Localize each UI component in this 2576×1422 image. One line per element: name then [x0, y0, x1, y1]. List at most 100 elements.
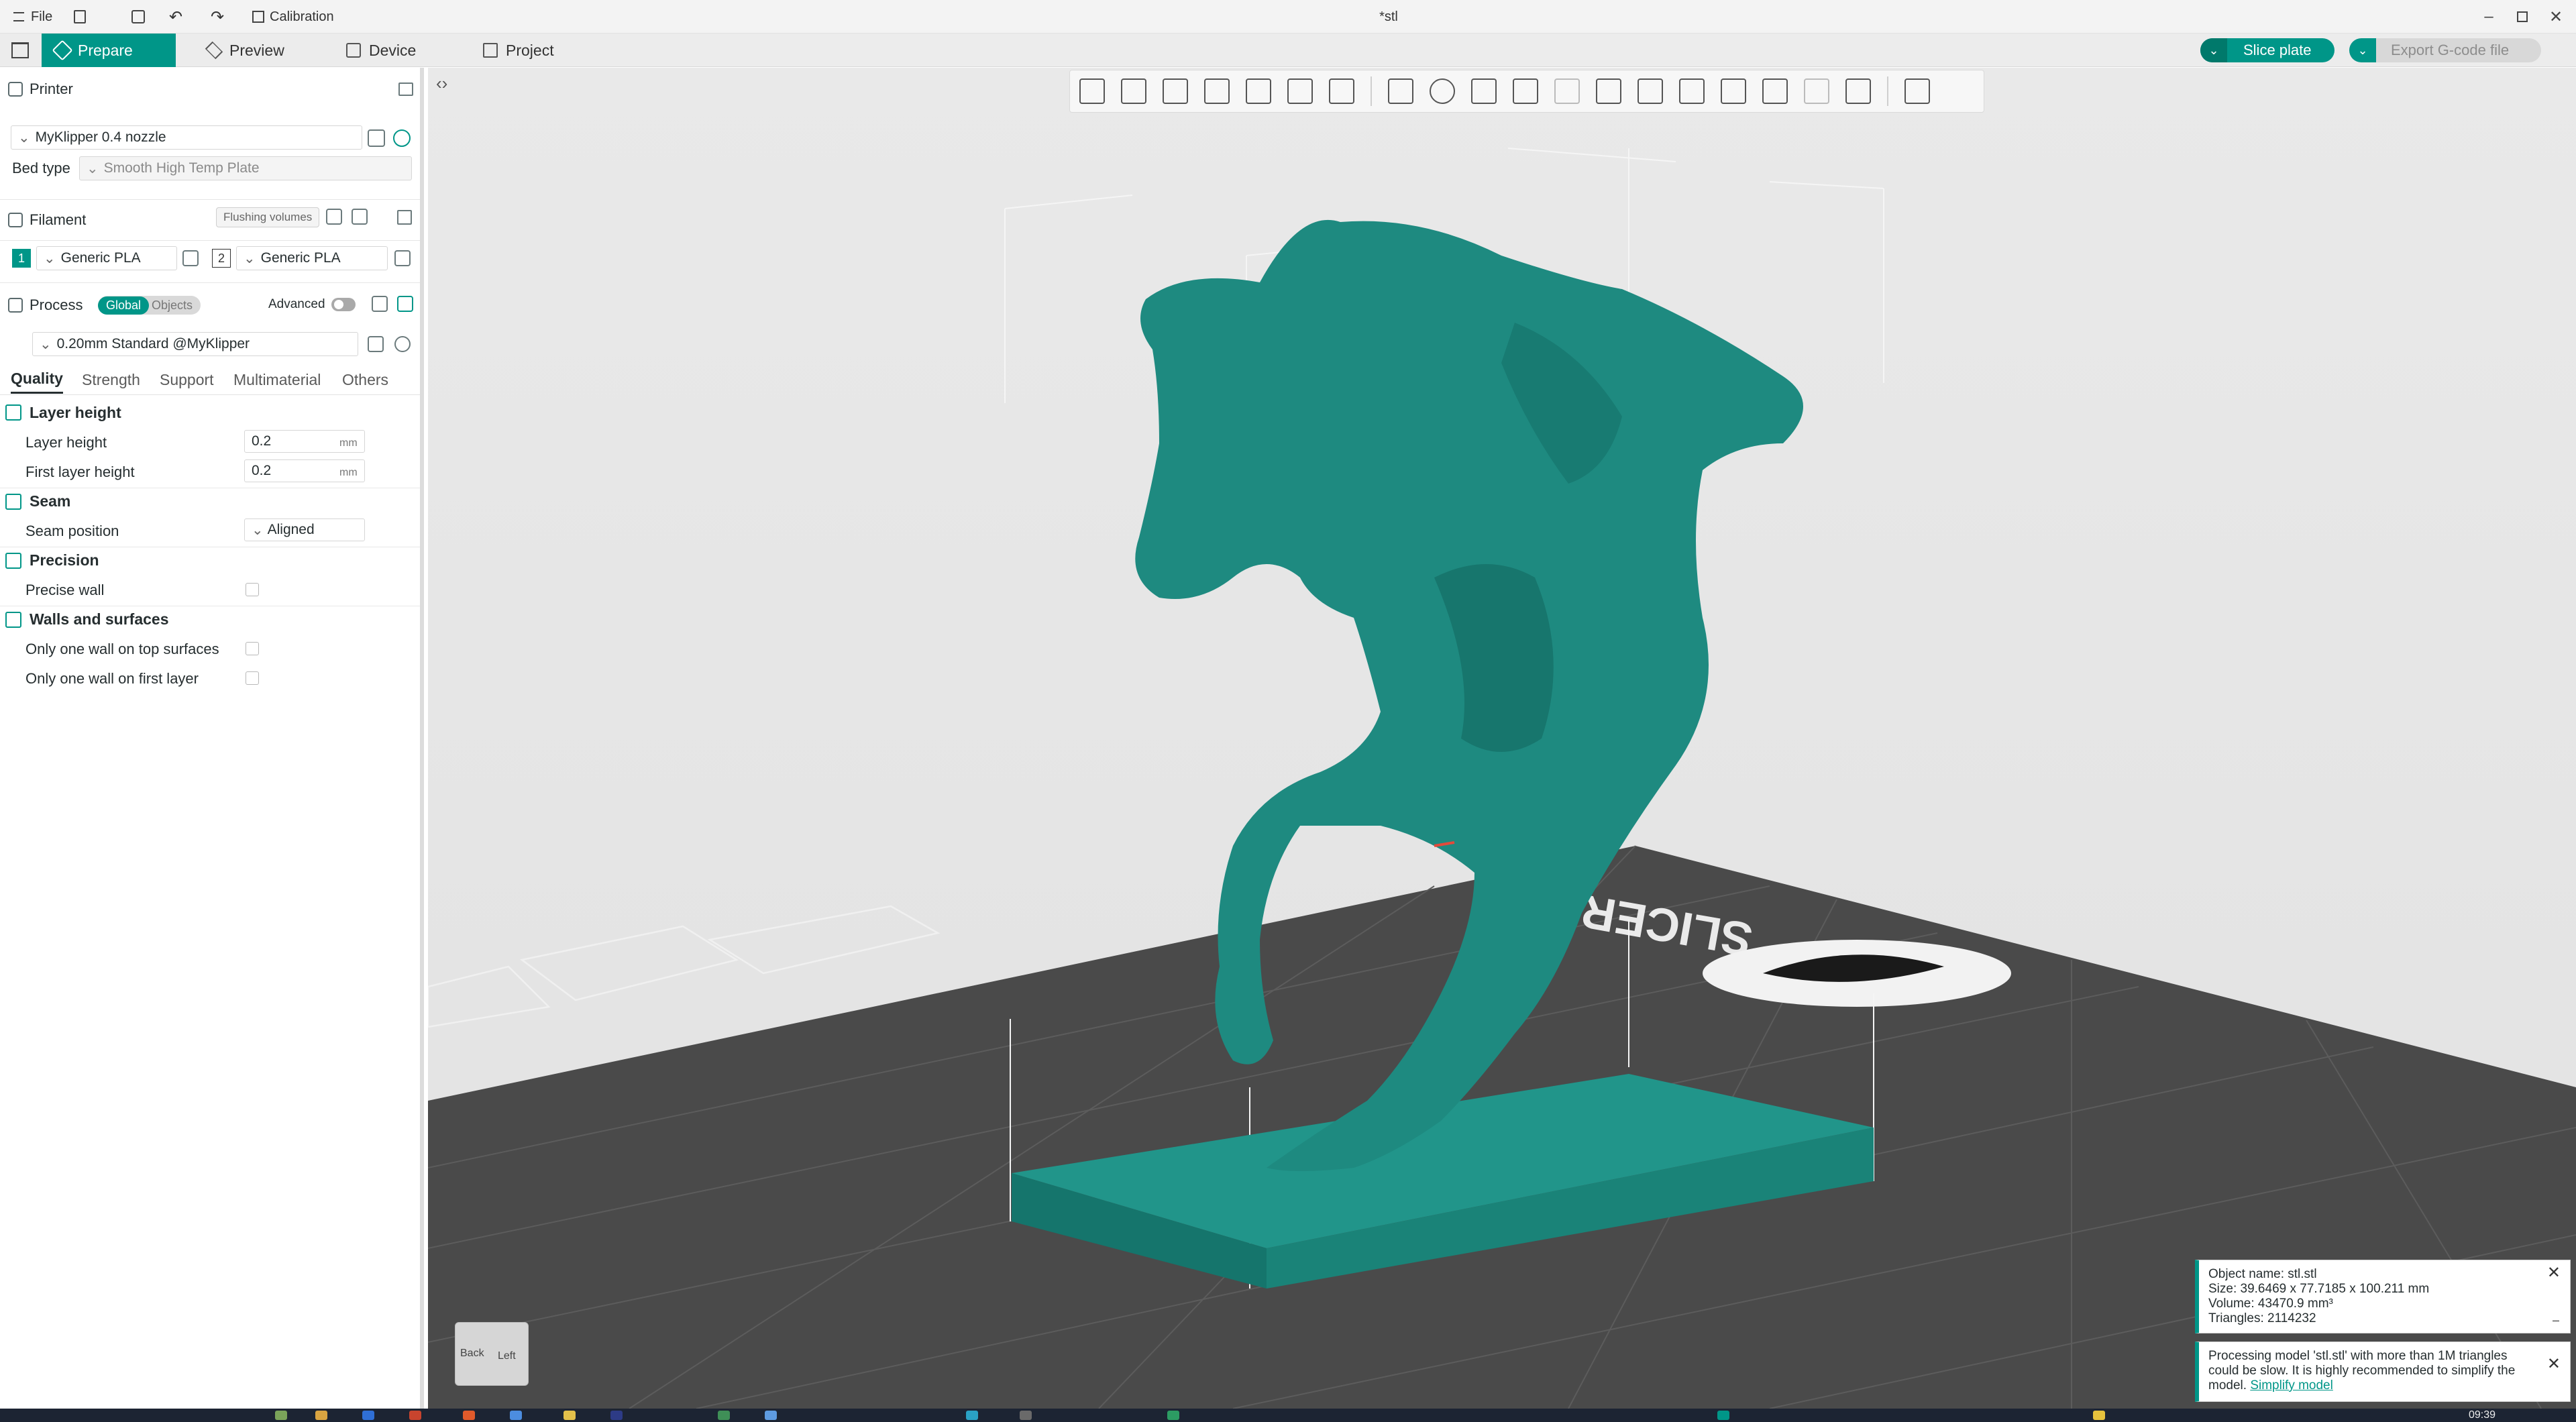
rotate-icon[interactable]	[1424, 73, 1460, 109]
search-icon[interactable]	[394, 336, 411, 352]
close-icon[interactable]: ✕	[2547, 1265, 2561, 1281]
plate-icon[interactable]	[1199, 73, 1235, 109]
precise-wall-checkbox[interactable]	[246, 583, 259, 596]
taskbar-app-icon[interactable]	[409, 1411, 421, 1420]
taskbar-app-icon[interactable]	[966, 1411, 978, 1420]
taskbar-app-icon[interactable]	[510, 1411, 522, 1420]
process-settings-icon[interactable]	[397, 296, 413, 312]
layer-height-unit: mm	[339, 437, 358, 449]
tab-prepare-label: Prepare	[78, 41, 133, 59]
add-filament-icon[interactable]	[352, 209, 368, 225]
close-icon[interactable]: ✕	[2547, 1356, 2561, 1372]
edit-icon[interactable]	[182, 250, 199, 266]
file-menu[interactable]: File	[13, 0, 52, 34]
undo-icon[interactable]: ↶	[169, 0, 182, 34]
remove-filament-icon[interactable]	[326, 209, 342, 225]
taskbar-tray-icon[interactable]	[2093, 1411, 2105, 1420]
taskbar-app-icon[interactable]	[564, 1411, 576, 1420]
view-nav-cube[interactable]: Back Left	[448, 1309, 542, 1389]
taskbar-app-icon[interactable]	[315, 1411, 327, 1420]
layer-height-label: Layer height	[25, 434, 107, 451]
process-preset-select[interactable]: ⌄ 0.20mm Standard @MyKlipper	[32, 332, 358, 356]
taskbar-app-icon[interactable]	[765, 1411, 777, 1420]
tab-device[interactable]: Device	[333, 34, 429, 67]
export-gcode-button[interactable]: ⌄ Export G-code file	[2349, 38, 2541, 62]
move-icon[interactable]	[1383, 73, 1419, 109]
taskbar-app-icon[interactable]	[362, 1411, 374, 1420]
taskbar-app-icon[interactable]	[463, 1411, 475, 1420]
arrange-grid-icon[interactable]	[1116, 73, 1152, 109]
notes-icon[interactable]	[74, 0, 86, 34]
nav-cube-left[interactable]: Left	[498, 1350, 516, 1362]
collapse-icon[interactable]: –	[2553, 1313, 2559, 1327]
advanced-toggle[interactable]	[331, 298, 356, 311]
edit-icon[interactable]	[394, 250, 411, 266]
tab-strength[interactable]: Strength	[82, 366, 140, 394]
scale-icon[interactable]	[1466, 73, 1502, 109]
simplify-model-link[interactable]: Simplify model	[2250, 1378, 2333, 1392]
calibration-label: Calibration	[270, 9, 334, 24]
process-scope-toggle[interactable]: Global Objects	[98, 296, 201, 315]
process-global-option[interactable]: Global	[98, 296, 150, 315]
calibration-menu[interactable]: Calibration	[252, 0, 334, 34]
split-objects-icon[interactable]	[1240, 73, 1277, 109]
group-precision: Precision	[0, 547, 420, 573]
slice-plate-button[interactable]: ⌄ Slice plate	[2200, 38, 2334, 62]
fit-view-icon[interactable]	[1899, 73, 1935, 109]
auto-orient-icon[interactable]	[1157, 73, 1193, 109]
tab-multimaterial[interactable]: Multimaterial	[233, 366, 321, 394]
nav-cube-back[interactable]: Back	[460, 1348, 484, 1360]
text-icon[interactable]	[1715, 73, 1752, 109]
flushing-volumes-button[interactable]: Flushing volumes	[216, 207, 320, 227]
assembly-disabled-icon	[1799, 73, 1835, 109]
lay-on-face-icon[interactable]	[1507, 73, 1544, 109]
printer-settings-icon[interactable]	[398, 83, 413, 96]
close-icon[interactable]: ✕	[2536, 0, 2576, 34]
filament-slot-1-select[interactable]: ⌄ Generic PLA	[36, 246, 177, 270]
save-icon[interactable]	[131, 0, 145, 34]
menu-icon	[13, 12, 24, 21]
printer-select[interactable]: ⌄ MyKlipper 0.4 nozzle	[11, 125, 362, 150]
bed-type-select[interactable]: ⌄ Smooth High Temp Plate	[79, 156, 412, 180]
brim-ears-icon[interactable]	[1840, 73, 1876, 109]
one-wall-top-checkbox[interactable]	[246, 642, 259, 655]
taskbar-orca-icon[interactable]	[1717, 1411, 1729, 1420]
cut-icon[interactable]	[1591, 73, 1627, 109]
tab-project[interactable]: Project	[470, 34, 568, 67]
seam-paint-icon[interactable]	[1674, 73, 1710, 109]
home-icon[interactable]	[0, 34, 40, 67]
redo-icon[interactable]: ↷	[211, 0, 224, 34]
seam-position-select[interactable]: ⌄ Aligned	[244, 518, 365, 541]
slice-plate-label: Slice plate	[2243, 42, 2312, 58]
add-object-icon[interactable]	[1074, 73, 1110, 109]
3d-viewport[interactable]: ‹› SLICER Back Left	[428, 68, 2576, 1409]
support-paint-icon[interactable]	[1632, 73, 1668, 109]
process-objects-option[interactable]: Objects	[149, 296, 201, 315]
tab-quality[interactable]: Quality	[11, 366, 63, 394]
taskbar-app-icon[interactable]	[718, 1411, 730, 1420]
edit-icon[interactable]	[368, 129, 385, 147]
filament-slot-2-select[interactable]: ⌄ Generic PLA	[236, 246, 388, 270]
save-preset-icon[interactable]	[368, 336, 384, 352]
taskbar-app-icon[interactable]	[1167, 1411, 1179, 1420]
one-wall-first-label: Only one wall on first layer	[25, 670, 199, 687]
tab-prepare[interactable]: Prepare	[42, 34, 176, 67]
tab-others[interactable]: Others	[342, 366, 388, 394]
wifi-icon[interactable]	[393, 129, 411, 147]
object-info-size: Size: 39.6469 x 77.7185 x 100.211 mm	[2208, 1282, 2430, 1296]
taskbar-app-icon[interactable]	[1020, 1411, 1032, 1420]
filament-settings-icon[interactable]	[397, 210, 412, 225]
measure-icon[interactable]	[1757, 73, 1793, 109]
taskbar-app-icon[interactable]	[610, 1411, 623, 1420]
process-compare-icon[interactable]	[372, 296, 388, 312]
split-parts-icon[interactable]	[1282, 73, 1318, 109]
filament-icon	[8, 213, 23, 227]
filament-slot-2-name: Generic PLA	[260, 250, 341, 266]
tab-preview[interactable]: Preview	[193, 34, 298, 67]
precision-icon	[5, 552, 21, 569]
tab-support[interactable]: Support	[160, 366, 214, 394]
one-wall-first-checkbox[interactable]	[246, 671, 259, 685]
taskbar-app-icon[interactable]	[275, 1411, 287, 1420]
layers-icon[interactable]	[1324, 73, 1360, 109]
toolbar-separator	[1887, 76, 1888, 106]
